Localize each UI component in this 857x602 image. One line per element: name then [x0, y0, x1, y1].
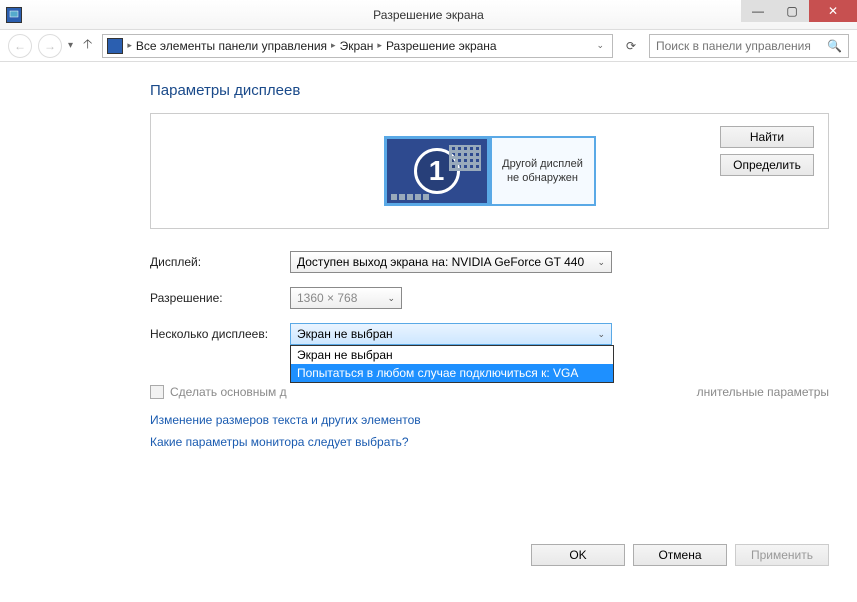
navigation-bar: ← → ▾ 🡡 ▸ Все элементы панели управления…	[0, 30, 857, 62]
advanced-settings-link-partial[interactable]: лнительные параметры	[697, 385, 829, 399]
history-dropdown-icon[interactable]: ▾	[68, 40, 73, 51]
minimize-button[interactable]: —	[741, 0, 775, 22]
control-panel-icon	[107, 38, 123, 54]
multiple-displays-value: Экран не выбран	[297, 327, 393, 341]
dropdown-option-vga[interactable]: Попытаться в любом случае подключиться к…	[291, 364, 613, 382]
resolution-select[interactable]: 1360 × 768 ⌄	[290, 287, 402, 309]
make-primary-label: Сделать основным д	[170, 385, 287, 399]
monitor-grid-icon	[449, 145, 481, 171]
address-bar[interactable]: ▸ Все элементы панели управления ▸ Экран…	[102, 34, 613, 58]
resolution-label: Разрешение:	[150, 291, 290, 305]
title-bar: Разрешение экрана — ▢ ✕	[0, 0, 857, 30]
make-primary-row: Сделать основным д лнительные параметры	[150, 385, 829, 399]
breadcrumb-resolution[interactable]: Разрешение экрана	[386, 39, 497, 53]
display-label: Дисплей:	[150, 255, 290, 269]
search-box[interactable]: 🔍	[649, 34, 849, 58]
monitor-not-detected-text: Другой дисплей не обнаружен	[502, 157, 583, 186]
find-button[interactable]: Найти	[720, 126, 814, 148]
maximize-button[interactable]: ▢	[775, 0, 809, 22]
monitor-1[interactable]: 1	[384, 136, 490, 206]
close-button[interactable]: ✕	[809, 0, 857, 22]
chevron-down-icon: ⌄	[597, 257, 605, 268]
content-area: Параметры дисплеев 1 Другой дисплей не о…	[0, 62, 857, 459]
chevron-right-icon: ▸	[331, 40, 336, 51]
multiple-displays-select[interactable]: Экран не выбран ⌄ Экран не выбран Попыта…	[290, 323, 612, 345]
breadcrumb-root[interactable]: Все элементы панели управления	[136, 39, 327, 53]
chevron-down-icon: ⌄	[597, 329, 605, 340]
multiple-displays-dropdown: Экран не выбран Попытаться в любом случа…	[290, 345, 614, 383]
cancel-button[interactable]: Отмена	[633, 544, 727, 566]
dropdown-option-none[interactable]: Экран не выбран	[291, 346, 613, 364]
apply-button: Применить	[735, 544, 829, 566]
ok-button[interactable]: OK	[531, 544, 625, 566]
page-heading: Параметры дисплеев	[150, 82, 829, 99]
search-icon[interactable]: 🔍	[827, 39, 842, 53]
monitor-not-detected[interactable]: Другой дисплей не обнаружен	[490, 136, 596, 206]
chevron-down-icon: ⌄	[387, 293, 395, 304]
make-primary-checkbox	[150, 385, 164, 399]
display-select[interactable]: Доступен выход экрана на: NVIDIA GeForce…	[290, 251, 612, 273]
back-button[interactable]: ←	[8, 34, 32, 58]
display-preview: 1 Другой дисплей не обнаружен Найти Опре…	[150, 113, 829, 229]
chevron-right-icon: ▸	[377, 40, 382, 51]
search-input[interactable]	[656, 39, 827, 53]
forward-button[interactable]: →	[38, 34, 62, 58]
system-menu-icon[interactable]	[6, 7, 22, 23]
chevron-right-icon: ▸	[127, 40, 132, 51]
monitor-help-link[interactable]: Какие параметры монитора следует выбрать…	[150, 435, 829, 449]
resolution-select-value: 1360 × 768	[297, 291, 357, 305]
breadcrumb-screen[interactable]: Экран	[340, 39, 374, 53]
text-size-link[interactable]: Изменение размеров текста и других элеме…	[150, 413, 829, 427]
address-dropdown-icon[interactable]: ⌄	[592, 40, 608, 51]
multiple-displays-label: Несколько дисплеев:	[150, 327, 290, 341]
refresh-button[interactable]: ⟳	[619, 35, 643, 57]
identify-button[interactable]: Определить	[720, 154, 814, 176]
window-title: Разрешение экрана	[0, 8, 857, 22]
up-button[interactable]: 🡡	[83, 35, 92, 57]
display-select-value: Доступен выход экрана на: NVIDIA GeForce…	[297, 255, 584, 269]
dialog-buttons: OK Отмена Применить	[531, 544, 829, 566]
